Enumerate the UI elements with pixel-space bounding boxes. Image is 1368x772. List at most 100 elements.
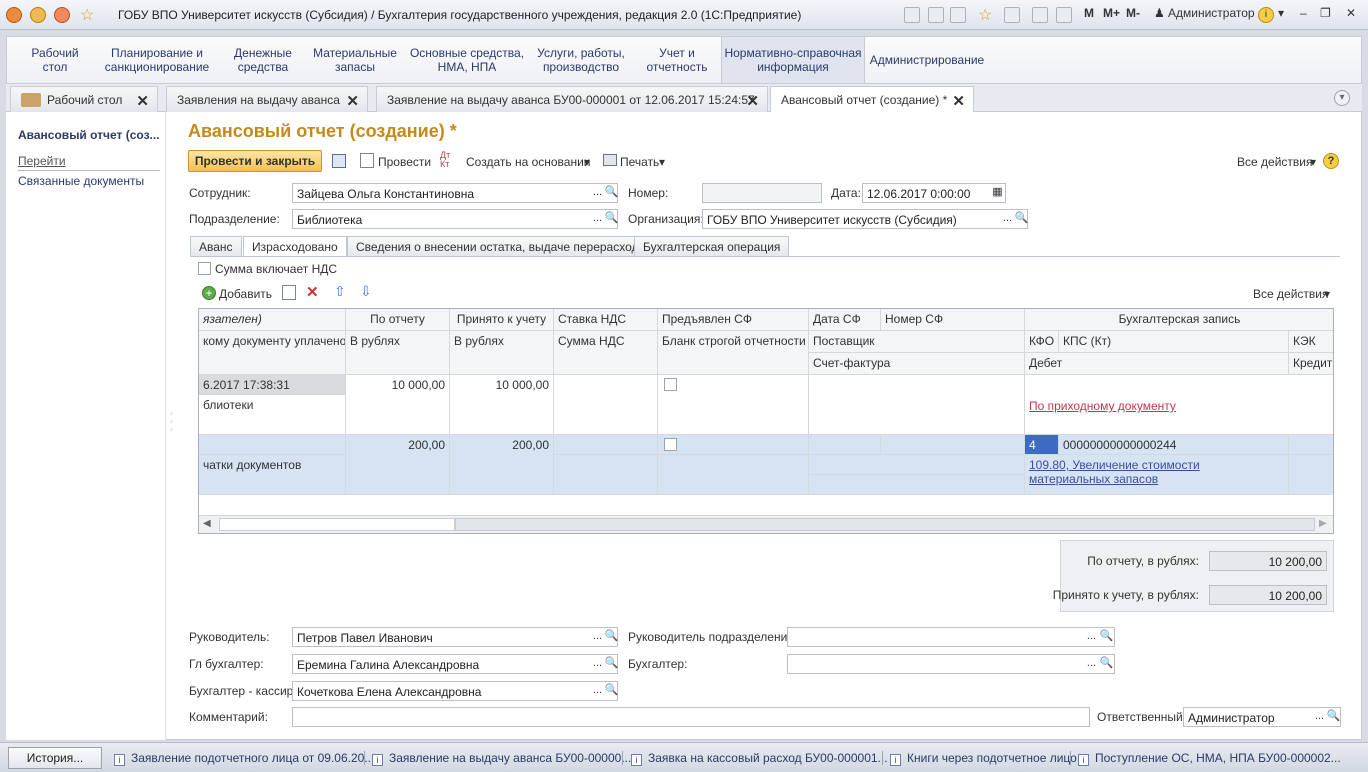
column-header[interactable]: Бухгалтерская запись xyxy=(1025,309,1333,331)
comment-field[interactable] xyxy=(292,707,1090,727)
section-admin[interactable]: Администрирование xyxy=(869,37,985,83)
table-cell[interactable] xyxy=(199,435,346,455)
minimize-icon[interactable]: – xyxy=(1300,6,1307,20)
search-icon[interactable]: 🔍 xyxy=(604,682,619,700)
column-subheader[interactable]: Кредит xyxy=(1289,353,1333,375)
table-cell[interactable]: По приходному документу xyxy=(1025,375,1333,435)
close-tab-icon[interactable]: ✕ xyxy=(136,92,149,110)
info-icon[interactable]: i xyxy=(1258,7,1274,23)
sf-presented-checkbox[interactable] xyxy=(664,438,677,451)
table-cell[interactable]: чатки документов xyxy=(199,455,346,495)
tab-advance[interactable]: Аванс xyxy=(190,236,242,256)
tab-expense-report[interactable]: Авансовый отчет (создание) * ✕ xyxy=(770,86,974,113)
column-subheader[interactable]: В рублях xyxy=(346,331,450,375)
post-button[interactable]: Провести xyxy=(378,155,431,169)
close-tab-icon[interactable]: ✕ xyxy=(346,92,359,110)
table-cell[interactable] xyxy=(1289,455,1333,495)
calendar-icon[interactable] xyxy=(1056,7,1072,23)
tab-advance-requests[interactable]: Заявления на выдачу аванса ✕ xyxy=(166,86,368,112)
tab-accounting-operation[interactable]: Бухгалтерская операция xyxy=(634,236,790,256)
column-header[interactable]: Ставка НДС xyxy=(554,309,658,331)
column-subheader[interactable]: Сумма НДС xyxy=(554,331,658,375)
sidebar-title[interactable]: Авансовый отчет (соз... xyxy=(18,128,160,142)
column-subheader[interactable]: Бланк строгой отчетности xyxy=(658,331,809,375)
table-cell[interactable] xyxy=(881,435,1025,455)
table-cell[interactable] xyxy=(658,375,809,435)
select-button[interactable]: ... xyxy=(590,682,605,700)
column-header[interactable]: язателен) xyxy=(199,309,346,331)
column-subheader[interactable]: Дебет xyxy=(1025,353,1289,375)
table-cell[interactable] xyxy=(809,375,1025,435)
table-cell[interactable] xyxy=(658,455,809,495)
column-header[interactable]: По отчету xyxy=(346,309,450,331)
section-materials[interactable]: Материальные запасы xyxy=(313,37,397,83)
table-cell[interactable] xyxy=(554,375,658,435)
chevron-down-icon[interactable]: ▾ xyxy=(1278,6,1284,20)
move-down-icon[interactable]: ⇩ xyxy=(360,283,372,300)
calendar-icon[interactable]: ▦ xyxy=(990,184,1005,202)
tabs-menu-icon[interactable]: ▾ xyxy=(1334,90,1350,106)
column-subheader[interactable]: КФО xyxy=(1025,331,1059,353)
select-button[interactable]: ... xyxy=(1312,708,1327,726)
column-subheader[interactable]: В рублях xyxy=(450,331,554,375)
app-logo-icon[interactable] xyxy=(6,7,22,23)
tab-remainder-info[interactable]: Сведения о внесении остатка, выдаче пере… xyxy=(347,236,655,256)
scrollbar-track[interactable] xyxy=(219,518,455,531)
column-header[interactable]: Дата СФ xyxy=(809,309,881,331)
memory-m-button[interactable]: M xyxy=(1084,6,1094,20)
section-reference[interactable]: Нормативно-справочная информация xyxy=(721,37,865,83)
restore-icon[interactable]: ❐ xyxy=(1320,6,1331,20)
history-item[interactable]: i Поступление ОС, НМА, НПА БУ00-000002... xyxy=(1078,751,1341,766)
table-cell-accepted[interactable]: 10 000,00 xyxy=(450,375,554,435)
date-field[interactable]: 12.06.2017 0:00:00 xyxy=(862,183,1006,203)
chevron-down-icon[interactable]: ▾ xyxy=(584,155,590,169)
copy-row-icon[interactable] xyxy=(282,285,296,300)
user-name[interactable]: Администратор xyxy=(1168,6,1255,20)
post-and-close-button[interactable]: Провести и закрыть xyxy=(188,150,322,172)
head-field[interactable]: Петров Павел Иванович xyxy=(292,627,618,647)
section-planning[interactable]: Планирование и санкционирование xyxy=(101,37,213,83)
create-based-on-button[interactable]: Создать на основании xyxy=(466,155,591,169)
add-row-button[interactable]: Добавить xyxy=(219,287,272,301)
search-icon[interactable]: 🔍 xyxy=(604,210,619,228)
close-tab-icon[interactable]: ✕ xyxy=(952,92,965,110)
column-subheader[interactable]: Счет-фактура xyxy=(809,353,1025,375)
delete-row-icon[interactable]: ✕ xyxy=(306,283,319,301)
select-button[interactable]: ... xyxy=(1000,210,1015,228)
print-button[interactable]: Печать xyxy=(620,155,659,169)
select-button[interactable]: ... xyxy=(1084,655,1099,673)
table-cell-kfo[interactable]: 4 xyxy=(1025,435,1059,455)
close-icon[interactable]: ✕ xyxy=(1346,6,1356,20)
search-icon[interactable]: 🔍 xyxy=(1014,210,1029,228)
favorite-icon[interactable]: ☆ xyxy=(978,5,992,25)
column-header[interactable]: Принято к учету xyxy=(450,309,554,331)
search-icon[interactable]: 🔍 xyxy=(604,655,619,673)
accounting-entry-link[interactable]: 109.80, Увеличение стоимости материальны… xyxy=(1029,458,1200,486)
favorites-star-icon[interactable]: ☆ xyxy=(80,5,94,25)
table-cell[interactable] xyxy=(809,475,1025,495)
all-actions-button[interactable]: Все действия xyxy=(1237,155,1312,169)
table-cell[interactable] xyxy=(809,435,881,455)
column-subheader[interactable]: Поставщик xyxy=(809,331,1025,353)
tab-spent[interactable]: Израсходовано xyxy=(243,236,347,257)
print-icon[interactable] xyxy=(928,7,944,23)
history-button[interactable]: История... xyxy=(8,747,102,769)
chevron-down-icon[interactable]: ▾ xyxy=(1324,287,1330,301)
move-up-icon[interactable]: ⇧ xyxy=(334,283,346,300)
table-cell-by-report[interactable]: 200,00 xyxy=(346,435,450,495)
help-icon[interactable]: ? xyxy=(1323,153,1339,169)
table-cell[interactable] xyxy=(1289,435,1333,455)
scroll-left-icon[interactable]: ◀ xyxy=(203,518,211,529)
navigation-icon[interactable] xyxy=(54,7,70,23)
preview-icon[interactable] xyxy=(950,7,966,23)
search-icon[interactable]: 🔍 xyxy=(604,628,619,646)
section-cash[interactable]: Денежные средства xyxy=(223,37,303,83)
division-field[interactable]: Библиотека xyxy=(292,209,618,229)
section-reporting[interactable]: Учет и отчетность xyxy=(637,37,717,83)
section-services[interactable]: Услуги, работы, производство xyxy=(531,37,631,83)
column-header[interactable]: Номер СФ xyxy=(881,309,1025,331)
column-subheader[interactable]: кому документу уплачено xyxy=(199,331,346,375)
column-header[interactable]: Предъявлен СФ xyxy=(658,309,809,331)
main-menu-icon[interactable] xyxy=(30,7,46,23)
calculator-icon[interactable] xyxy=(1032,7,1048,23)
